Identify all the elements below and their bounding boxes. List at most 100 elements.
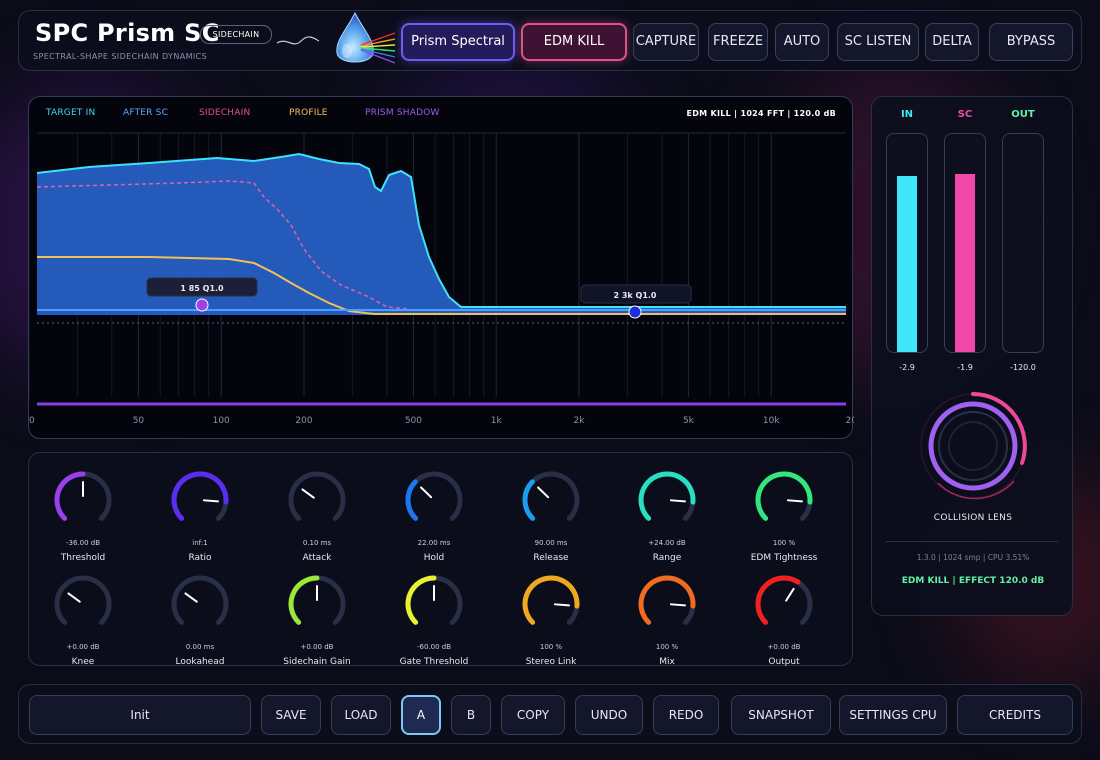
meter-in-fill [897,175,917,352]
eq-node-1[interactable] [195,298,209,312]
knob-dial-icon[interactable] [405,575,463,633]
knob-dial-icon[interactable] [54,471,112,529]
knob-dial-icon[interactable] [522,471,580,529]
prism-spectral-button[interactable]: Prism Spectral [401,23,515,61]
copy-button[interactable]: COPY [501,695,565,735]
knob-value: -60.00 dB [416,643,452,651]
knob-release[interactable]: 90.00 ms Release [493,471,609,563]
knob-label: Knee [71,657,95,667]
knob-value: +0.00 dB [66,643,100,651]
eq-node-2[interactable] [628,305,642,319]
knob-threshold[interactable]: -36.00 dB Threshold [25,471,141,563]
knob-dial-icon[interactable] [171,575,229,633]
knob-dial-icon[interactable] [288,471,346,529]
knob-value: 0.10 ms [302,539,332,547]
meter-in [886,133,928,353]
freq-tick-label: 5k [683,416,695,426]
knob-knee[interactable]: +0.00 dB Knee [25,575,141,667]
knob-label: Lookahead [175,657,225,667]
capture-button[interactable]: CAPTURE [633,23,699,61]
knob-value: 100 % [772,539,796,547]
meter-out-value: -120.0 [1010,363,1036,372]
freq-tick-label: 100 [213,416,230,426]
freq-tick-label: 20 [29,416,35,426]
save-button[interactable]: SAVE [261,695,321,735]
freq-tick-label: 10k [763,416,780,426]
knob-lookahead[interactable]: 0.00 ms Lookahead [142,575,258,667]
meter-in-label: IN [900,109,914,120]
knob-label: Range [652,553,682,563]
prism-drop-logo-icon [276,11,395,64]
node-1-label: 1 85 Q1.0 [180,284,224,293]
knob-label: Output [768,657,800,667]
edm-kill-button[interactable]: EDM KILL [521,23,627,61]
knob-gate-threshold[interactable]: -60.00 dB Gate Threshold [376,575,492,667]
knob-range[interactable]: +24.00 dB Range [609,471,725,563]
knob-dial-icon[interactable] [171,471,229,529]
snapshot-button[interactable]: SNAPSHOT [731,695,831,735]
divider [886,541,1058,542]
meter-out [1002,133,1044,353]
freq-tick-label: 20k [846,416,854,426]
knob-dial-icon[interactable] [405,471,463,529]
freq-tick-label: 200 [295,416,312,426]
knob-value: 100 % [655,643,679,651]
knob-stereo-link[interactable]: 100 % Stereo Link [493,575,609,667]
meter-sc-label: SC [957,109,973,120]
freeze-button[interactable]: FREEZE [708,23,768,61]
app-subtitle: SPECTRAL-SHAPE SIDECHAIN DYNAMICS [33,52,208,61]
knob-label: Ratio [188,553,212,563]
settings-cpu-button[interactable]: SETTINGS CPU [839,695,947,735]
knob-dial-icon[interactable] [638,471,696,529]
knob-dial-icon[interactable] [755,575,813,633]
node-2-label: 2 3k Q1.0 [614,291,657,300]
knob-value: -36.00 dB [65,539,101,547]
knob-value: 0.00 ms [185,643,215,651]
knob-value: 100 % [539,643,563,651]
spectrum-graph[interactable]: 1 85 Q1.0 2 3k Q1.0 20 50 100 200 500 1k 2k 5k 1… [29,97,854,440]
knob-ratio[interactable]: inf:1 Ratio [142,471,258,563]
knob-label: Threshold [60,553,106,563]
knob-dial-icon[interactable] [755,471,813,529]
meter-sc-value: -1.9 [957,363,973,372]
knob-label: EDM Tightness [750,553,818,563]
spectrum-display[interactable]: TARGET IN AFTER SC SIDECHAIN PROFILE PRISM S… [28,96,854,440]
freq-tick-label: 2k [574,416,586,426]
b-button[interactable]: B [451,695,491,735]
freq-tick-label: 1k [491,416,503,426]
knob-dial-icon[interactable] [54,575,112,633]
redo-button[interactable]: REDO [653,695,719,735]
knob-dial-icon[interactable] [638,575,696,633]
undo-button[interactable]: UNDO [575,695,643,735]
knob-label: Gate Threshold [399,657,469,667]
collision-lens-icon[interactable] [918,391,1028,501]
knob-mix[interactable]: 100 % Mix [609,575,725,667]
knob-sidechain-gain[interactable]: +0.00 dB Sidechain Gain [259,575,375,667]
knob-label: Hold [423,553,445,563]
knob-value: +0.00 dB [767,643,801,651]
knob-label: Sidechain Gain [283,657,351,667]
knob-attack[interactable]: 0.10 ms Attack [259,471,375,563]
knob-edm-tightness[interactable]: 100 % EDM Tightness [726,471,842,563]
knob-hold[interactable]: 22.00 ms Hold [376,471,492,563]
preset-selector[interactable]: Init [29,695,251,735]
knob-value: inf:1 [192,539,208,547]
freq-tick-label: 50 [133,416,145,426]
meter-sc-fill [955,173,975,352]
knob-dial-icon[interactable] [522,575,580,633]
sc-listen-button[interactable]: SC LISTEN [837,23,919,61]
knob-dial-icon[interactable] [288,575,346,633]
knob-label: Stereo Link [525,657,577,667]
load-button[interactable]: LOAD [331,695,391,735]
auto-button[interactable]: AUTO [775,23,829,61]
knob-label: Release [533,553,569,563]
freq-tick-label: 500 [405,416,422,426]
knob-label: Mix [659,657,675,667]
knob-value: 90.00 ms [534,539,568,547]
a-button[interactable]: A [401,695,441,735]
knob-output[interactable]: +0.00 dB Output [726,575,842,667]
bypass-button[interactable]: BYPASS [989,23,1073,61]
credits-button[interactable]: CREDITS [957,695,1073,735]
collision-lens-label: COLLISION LENS [933,513,1013,523]
delta-button[interactable]: DELTA [925,23,979,61]
